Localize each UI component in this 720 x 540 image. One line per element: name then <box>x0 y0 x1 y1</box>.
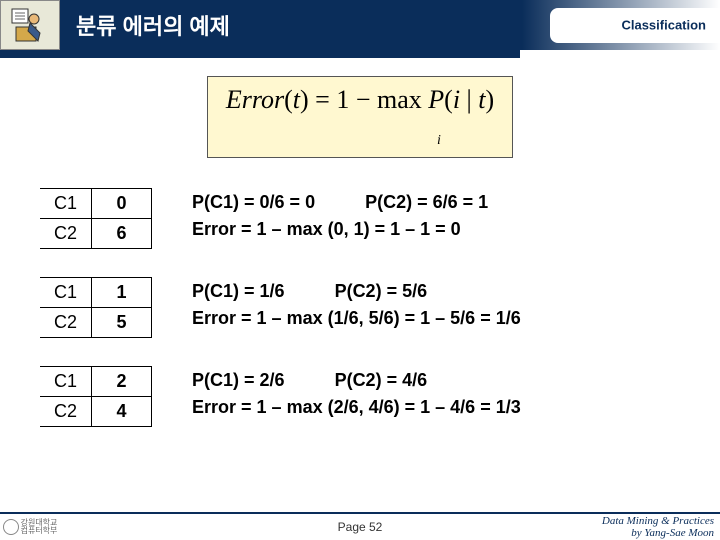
cell-label: C2 <box>40 308 92 338</box>
prob-c1: P(C1) = 2/6 <box>192 370 285 390</box>
title-bar: 분류 에러의 예제 Classification <box>60 0 720 50</box>
example-text: P(C1) = 1/6 P(C2) = 5/6 Error = 1 – max (… <box>192 281 521 335</box>
attribution: Data Mining & Practices by Yang-Sae Moon <box>602 515 714 539</box>
count-table: C10 C26 <box>40 188 152 249</box>
prob-c2: P(C2) = 6/6 = 1 <box>365 192 488 213</box>
cell-value: 0 <box>92 189 152 219</box>
slide-footer: 강원대학교컴퓨터학부 Page 52 Data Mining & Practic… <box>0 512 720 540</box>
cell-label: C2 <box>40 397 92 427</box>
attribution-line1: Data Mining & Practices <box>602 515 714 527</box>
header-logo <box>0 0 60 50</box>
slide-header: 분류 에러의 예제 Classification <box>0 0 720 50</box>
cell-value: 2 <box>92 367 152 397</box>
prob-c1: P(C1) = 1/6 <box>192 281 285 301</box>
prob-c1: P(C1) = 0/6 = 0 <box>192 192 315 212</box>
cell-value: 5 <box>92 308 152 338</box>
attribution-line2: by Yang-Sae Moon <box>602 527 714 539</box>
example-row: C11 C25 P(C1) = 1/6 P(C2) = 5/6 Error = 1… <box>40 277 680 338</box>
cell-label: C1 <box>40 278 92 308</box>
formula-box: Error(t) = 1 − max P(i | t) i <box>207 76 513 158</box>
error-line: Error = 1 – max (2/6, 4/6) = 1 – 4/6 = 1… <box>192 397 521 418</box>
cell-label: C1 <box>40 367 92 397</box>
lecturer-icon <box>10 5 50 45</box>
example-row: C10 C26 P(C1) = 0/6 = 0 P(C2) = 6/6 = 1 E… <box>40 188 680 249</box>
error-line: Error = 1 – max (1/6, 5/6) = 1 – 5/6 = 1… <box>192 308 521 329</box>
error-line: Error = 1 – max (0, 1) = 1 – 1 = 0 <box>192 219 488 240</box>
formula-subscript: i <box>437 133 441 148</box>
slide-content: Error(t) = 1 − max P(i | t) i C10 C26 P(… <box>0 58 720 427</box>
cell-label: C1 <box>40 189 92 219</box>
count-table: C12 C24 <box>40 366 152 427</box>
page-number: Page 52 <box>338 520 383 534</box>
university-seal-icon <box>3 519 19 535</box>
example-row: C12 C24 P(C1) = 2/6 P(C2) = 4/6 Error = 1… <box>40 366 680 427</box>
header-underline <box>0 50 520 58</box>
cell-label: C2 <box>40 219 92 249</box>
section-label: Classification <box>621 18 706 33</box>
cell-value: 4 <box>92 397 152 427</box>
cell-value: 1 <box>92 278 152 308</box>
prob-c2: P(C2) = 5/6 <box>335 281 428 302</box>
example-text: P(C1) = 2/6 P(C2) = 4/6 Error = 1 – max (… <box>192 370 521 424</box>
footer-logo: 강원대학교컴퓨터학부 <box>0 519 60 535</box>
count-table: C11 C25 <box>40 277 152 338</box>
slide-title: 분류 에러의 예제 <box>76 9 230 41</box>
prob-c2: P(C2) = 4/6 <box>335 370 428 391</box>
example-text: P(C1) = 0/6 = 0 P(C2) = 6/6 = 1 Error = 1… <box>192 192 488 246</box>
footer-logo-text: 강원대학교컴퓨터학부 <box>21 519 58 535</box>
cell-value: 6 <box>92 219 152 249</box>
